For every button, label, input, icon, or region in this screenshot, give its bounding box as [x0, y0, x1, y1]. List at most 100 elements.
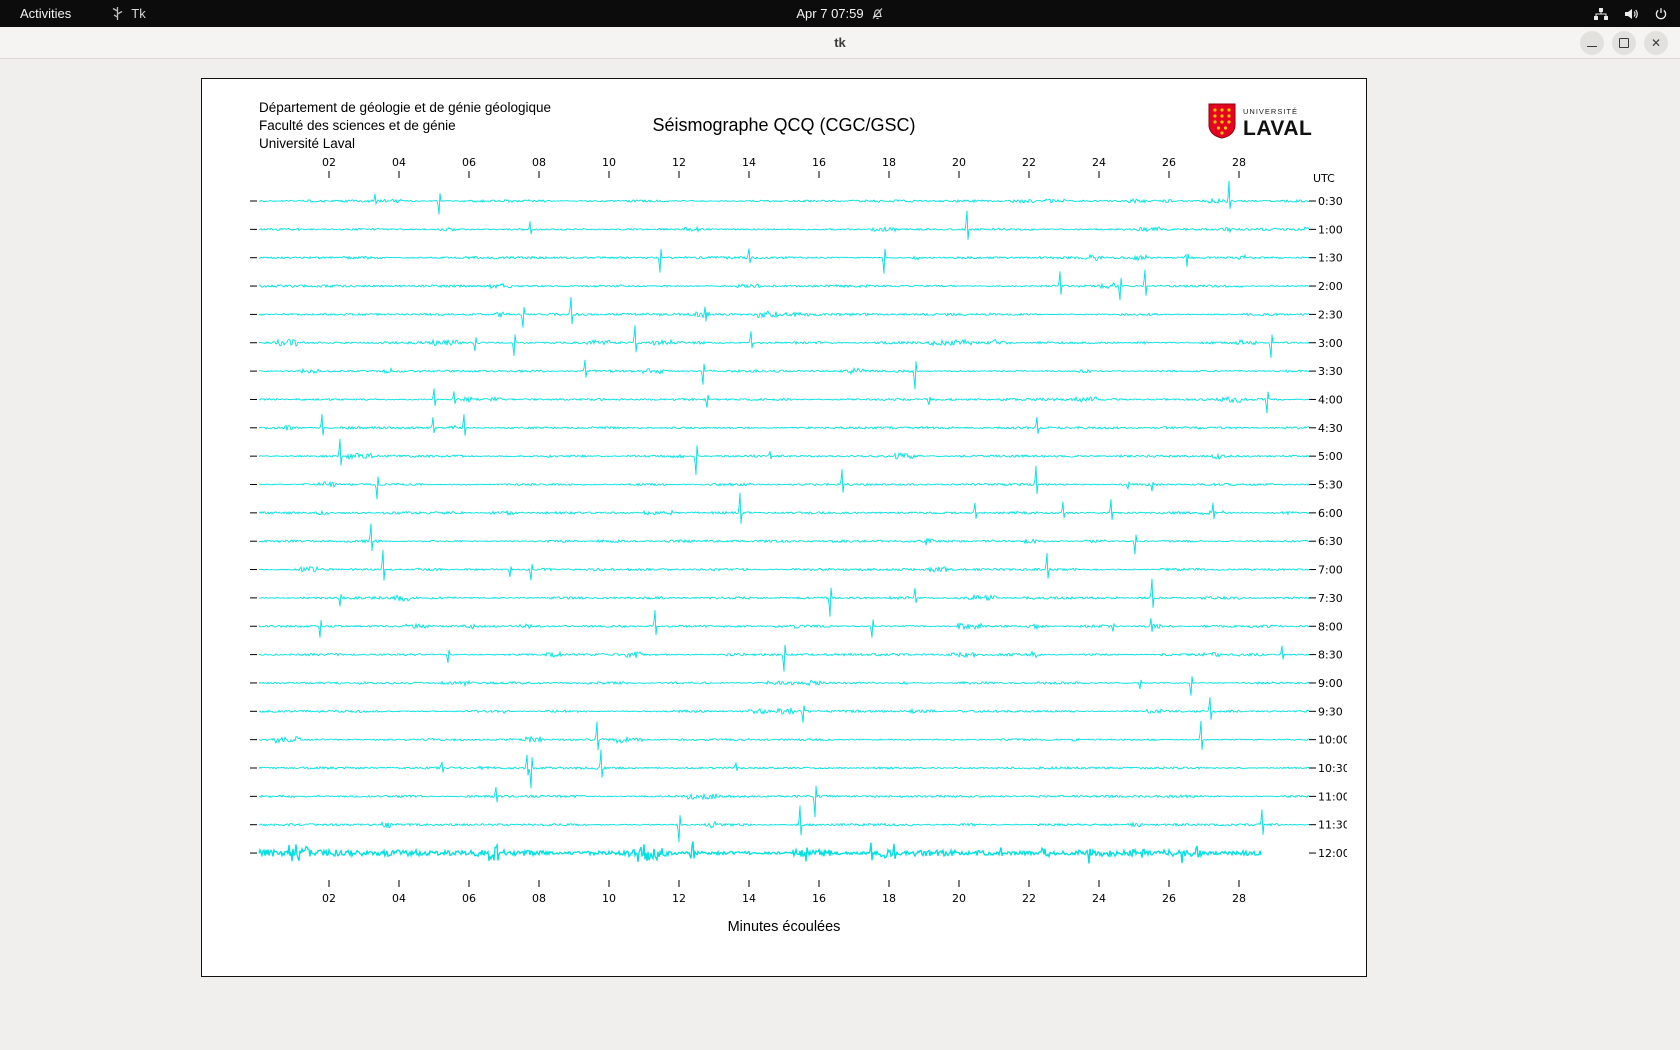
trace-row: [259, 786, 1309, 818]
logo-text-universite: UNIVERSITÉ: [1243, 108, 1312, 116]
x-tick-label-top: 18: [882, 156, 896, 169]
seismograph-canvas: Département de géologie et de génie géol…: [201, 78, 1367, 977]
x-tick-label-bottom: 02: [322, 892, 336, 905]
x-tick-label-bottom: 04: [392, 892, 406, 905]
trace-row: [259, 750, 1309, 789]
trace-row: [259, 610, 1309, 638]
tk-app-indicator[interactable]: Tk: [111, 6, 145, 21]
x-tick-label-bottom: 14: [742, 892, 756, 905]
x-tick-label-top: 28: [1232, 156, 1246, 169]
activities-button[interactable]: Activities: [14, 4, 77, 23]
x-tick-label-bottom: 26: [1162, 892, 1176, 905]
trace-row: [259, 360, 1309, 389]
row-time-label: 3:00: [1318, 337, 1343, 350]
x-tick-label-top: 16: [812, 156, 826, 169]
universite-laval-logo: UNIVERSITÉ LAVAL: [1208, 103, 1312, 144]
minimize-button[interactable]: [1580, 31, 1604, 55]
trace-row: [259, 297, 1309, 328]
row-time-label: 1:30: [1318, 252, 1343, 265]
x-axis-label: Minutes écoulées: [202, 919, 1366, 935]
x-tick-label-bottom: 12: [672, 892, 686, 905]
window-title: tk: [834, 35, 846, 50]
row-time-label: 9:00: [1318, 677, 1343, 690]
trace-row: [259, 676, 1309, 696]
trace-row: [259, 645, 1309, 672]
row-time-label: 3:30: [1318, 365, 1343, 378]
trace-row: [259, 550, 1309, 581]
x-tick-label-bottom: 16: [812, 892, 826, 905]
tk-feather-icon: [111, 6, 124, 21]
trace-row: [259, 842, 1261, 864]
row-time-label: 10:00: [1318, 734, 1347, 747]
notifications-off-icon: [871, 7, 884, 20]
row-time-label: 8:30: [1318, 649, 1343, 662]
trace-row: [259, 270, 1309, 301]
row-time-label: 11:00: [1318, 790, 1347, 803]
row-time-label: 11:30: [1318, 819, 1347, 832]
row-time-label: 4:00: [1318, 393, 1343, 406]
row-time-label: 10:30: [1318, 762, 1347, 775]
x-tick-label-top: 10: [602, 156, 616, 169]
close-button[interactable]: ✕: [1644, 31, 1668, 55]
trace-row: [259, 493, 1309, 524]
x-tick-label-bottom: 06: [462, 892, 476, 905]
trace-row: [259, 806, 1309, 843]
utc-label: UTC: [1313, 172, 1335, 185]
x-tick-label-bottom: 22: [1022, 892, 1036, 905]
clock-label: Apr 7 07:59: [796, 6, 863, 21]
power-icon[interactable]: [1654, 7, 1668, 21]
x-tick-label-bottom: 24: [1092, 892, 1106, 905]
trace-row: [259, 439, 1309, 475]
trace-row: [259, 414, 1309, 436]
tk-app-label: Tk: [131, 6, 145, 21]
row-time-label: 7:00: [1318, 564, 1343, 577]
x-tick-label-top: 26: [1162, 156, 1176, 169]
network-icon[interactable]: [1593, 7, 1609, 21]
trace-row: [259, 721, 1309, 750]
restore-button[interactable]: [1612, 31, 1636, 55]
laval-shield-icon: [1208, 103, 1236, 144]
clock-button[interactable]: Apr 7 07:59: [788, 4, 891, 23]
row-time-label: 5:00: [1318, 450, 1343, 463]
plot-title: Séismographe QCQ (CGC/GSC): [202, 115, 1366, 136]
seismograph-plot: 02 02 04 04 06 06 08 08 10 10 12 12 14 14 16 16 18 18 20 20…: [247, 151, 1347, 921]
trace-row: [259, 466, 1309, 500]
trace-row: [259, 697, 1309, 723]
row-time-label: 2:30: [1318, 308, 1343, 321]
row-time-label: 6:30: [1318, 535, 1343, 548]
logo-text-laval: LAVAL: [1243, 118, 1312, 139]
row-time-label: 0:30: [1318, 195, 1343, 208]
gnome-top-bar: Activities Tk Apr 7 07:59: [0, 0, 1680, 27]
x-tick-label-top: 08: [532, 156, 546, 169]
volume-icon[interactable]: [1624, 7, 1639, 21]
row-time-label: 4:30: [1318, 422, 1343, 435]
x-tick-label-top: 20: [952, 156, 966, 169]
row-time-label: 5:30: [1318, 479, 1343, 492]
x-tick-label-top: 12: [672, 156, 686, 169]
x-tick-label-bottom: 18: [882, 892, 896, 905]
x-tick-label-top: 14: [742, 156, 756, 169]
trace-row: [259, 248, 1309, 273]
trace-row: [259, 325, 1309, 357]
window-titlebar[interactable]: tk ✕: [0, 27, 1680, 59]
x-tick-label-top: 04: [392, 156, 406, 169]
row-time-label: 1:00: [1318, 223, 1343, 236]
x-tick-label-bottom: 20: [952, 892, 966, 905]
row-time-label: 12:00: [1318, 847, 1347, 860]
row-time-label: 8:00: [1318, 620, 1343, 633]
x-tick-label-bottom: 10: [602, 892, 616, 905]
x-tick-label-bottom: 08: [532, 892, 546, 905]
workspace: Département de géologie et de génie géol…: [0, 59, 1680, 1050]
x-tick-label-top: 02: [322, 156, 336, 169]
trace-row: [259, 579, 1309, 617]
x-tick-label-top: 06: [462, 156, 476, 169]
row-time-label: 9:30: [1318, 705, 1343, 718]
row-time-label: 6:00: [1318, 507, 1343, 520]
trace-row: [259, 211, 1309, 240]
row-time-label: 2:00: [1318, 280, 1343, 293]
row-time-label: 7:30: [1318, 592, 1343, 605]
trace-row: [259, 181, 1309, 215]
trace-row: [259, 524, 1309, 555]
x-tick-label-top: 24: [1092, 156, 1106, 169]
x-tick-label-bottom: 28: [1232, 892, 1246, 905]
